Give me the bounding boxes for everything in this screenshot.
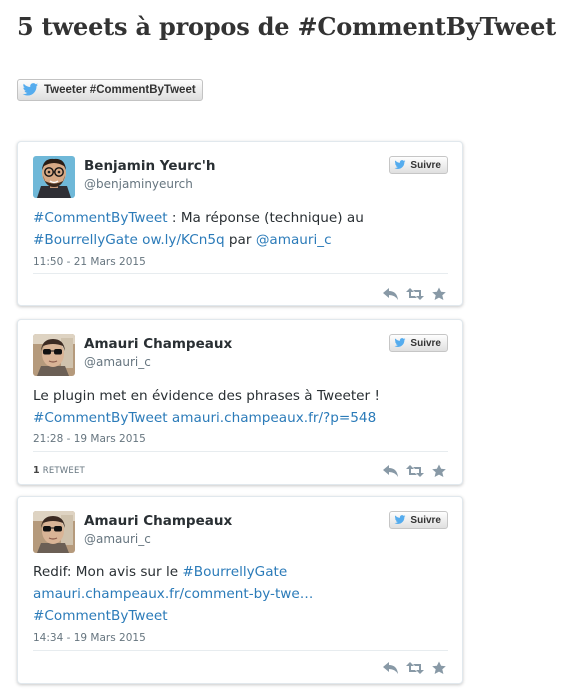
tweet-button-label: Tweeter #CommentByTweet bbox=[44, 84, 196, 96]
avatar[interactable] bbox=[33, 334, 75, 376]
follow-label: Suivre bbox=[410, 337, 441, 349]
url-link[interactable]: amauri.champeaux.fr/comment-by-twe… bbox=[33, 586, 313, 602]
retweet-count-label: RETWEET bbox=[42, 466, 85, 476]
follow-button[interactable]: Suivre bbox=[389, 511, 448, 529]
tweet-hashtag-button[interactable]: Tweeter #CommentByTweet bbox=[17, 79, 203, 101]
twitter-bird-icon bbox=[22, 83, 40, 97]
retweet-icon[interactable] bbox=[406, 464, 424, 478]
tweet-text-segment: Le plugin met en évidence des phrases à … bbox=[33, 388, 380, 404]
tweet-text: Le plugin met en évidence des phrases à … bbox=[33, 385, 448, 429]
tweet-author-name[interactable]: Amauri Champeaux bbox=[84, 336, 232, 352]
tweet-author-name[interactable]: Amauri Champeaux bbox=[84, 513, 232, 529]
reply-icon[interactable] bbox=[382, 661, 400, 675]
hashtag-link[interactable]: #CommentByTweet bbox=[33, 608, 168, 624]
tweet-actions bbox=[382, 661, 448, 675]
retweet-count-number: 1 bbox=[33, 465, 40, 476]
tweet-card: Benjamin Yeurc'h @benjaminyeurch Suivre … bbox=[17, 141, 463, 306]
follow-button[interactable]: Suivre bbox=[389, 334, 448, 352]
tweet-actions bbox=[382, 287, 448, 301]
favorite-star-icon[interactable] bbox=[430, 287, 448, 301]
tweet-date[interactable]: 21:28 - 19 Mars 2015 bbox=[33, 433, 146, 445]
tweet-actions bbox=[382, 464, 448, 478]
tweet-author-name[interactable]: Benjamin Yeurc'h bbox=[84, 158, 216, 174]
twitter-bird-icon bbox=[394, 160, 407, 170]
page-title: 5 tweets à propos de #CommentByTweet bbox=[17, 12, 557, 41]
follow-label: Suivre bbox=[410, 159, 441, 171]
retweet-icon[interactable] bbox=[406, 287, 424, 301]
avatar[interactable] bbox=[33, 156, 75, 198]
tweet-text-segment: Redif: Mon avis sur le bbox=[33, 564, 183, 580]
divider bbox=[33, 650, 448, 651]
url-link[interactable]: ow.ly/KCn5q bbox=[142, 232, 224, 248]
reply-icon[interactable] bbox=[382, 464, 400, 478]
reply-icon[interactable] bbox=[382, 287, 400, 301]
hashtag-link[interactable]: #BourrellyGate bbox=[182, 564, 287, 580]
tweet-text: Redif: Mon avis sur le #BourrellyGate am… bbox=[33, 561, 448, 627]
hashtag-link[interactable]: #CommentByTweet bbox=[33, 210, 168, 226]
favorite-star-icon[interactable] bbox=[430, 661, 448, 675]
twitter-bird-icon bbox=[394, 338, 407, 348]
twitter-bird-icon bbox=[394, 515, 407, 525]
tweet-text: #CommentByTweet : Ma réponse (technique)… bbox=[33, 207, 448, 251]
tweet-text-segment: par bbox=[224, 232, 256, 248]
divider bbox=[33, 451, 448, 452]
avatar[interactable] bbox=[33, 511, 75, 553]
follow-button[interactable]: Suivre bbox=[389, 156, 448, 174]
tweet-author-handle[interactable]: @amauri_c bbox=[84, 355, 151, 369]
tweet-card: Amauri Champeaux @amauri_c Suivre Le plu… bbox=[17, 319, 463, 485]
tweet-date[interactable]: 14:34 - 19 Mars 2015 bbox=[33, 632, 146, 644]
divider bbox=[33, 273, 448, 274]
tweet-card: Amauri Champeaux @amauri_c Suivre Redif:… bbox=[17, 496, 463, 684]
url-link[interactable]: amauri.champeaux.fr/?p=548 bbox=[172, 410, 376, 426]
tweet-text-segment: : Ma réponse (technique) au bbox=[167, 210, 364, 226]
hashtag-link[interactable]: #CommentByTweet bbox=[33, 410, 168, 426]
tweet-author-handle[interactable]: @benjaminyeurch bbox=[84, 177, 193, 191]
tweet-author-handle[interactable]: @amauri_c bbox=[84, 532, 151, 546]
hashtag-link[interactable]: #BourrellyGate bbox=[33, 232, 138, 248]
follow-label: Suivre bbox=[410, 514, 441, 526]
mention-link[interactable]: @amauri_c bbox=[256, 232, 332, 248]
retweet-icon[interactable] bbox=[406, 661, 424, 675]
tweet-date[interactable]: 11:50 - 21 Mars 2015 bbox=[33, 256, 146, 268]
retweet-count[interactable]: 1 RETWEET bbox=[33, 465, 85, 476]
favorite-star-icon[interactable] bbox=[430, 464, 448, 478]
